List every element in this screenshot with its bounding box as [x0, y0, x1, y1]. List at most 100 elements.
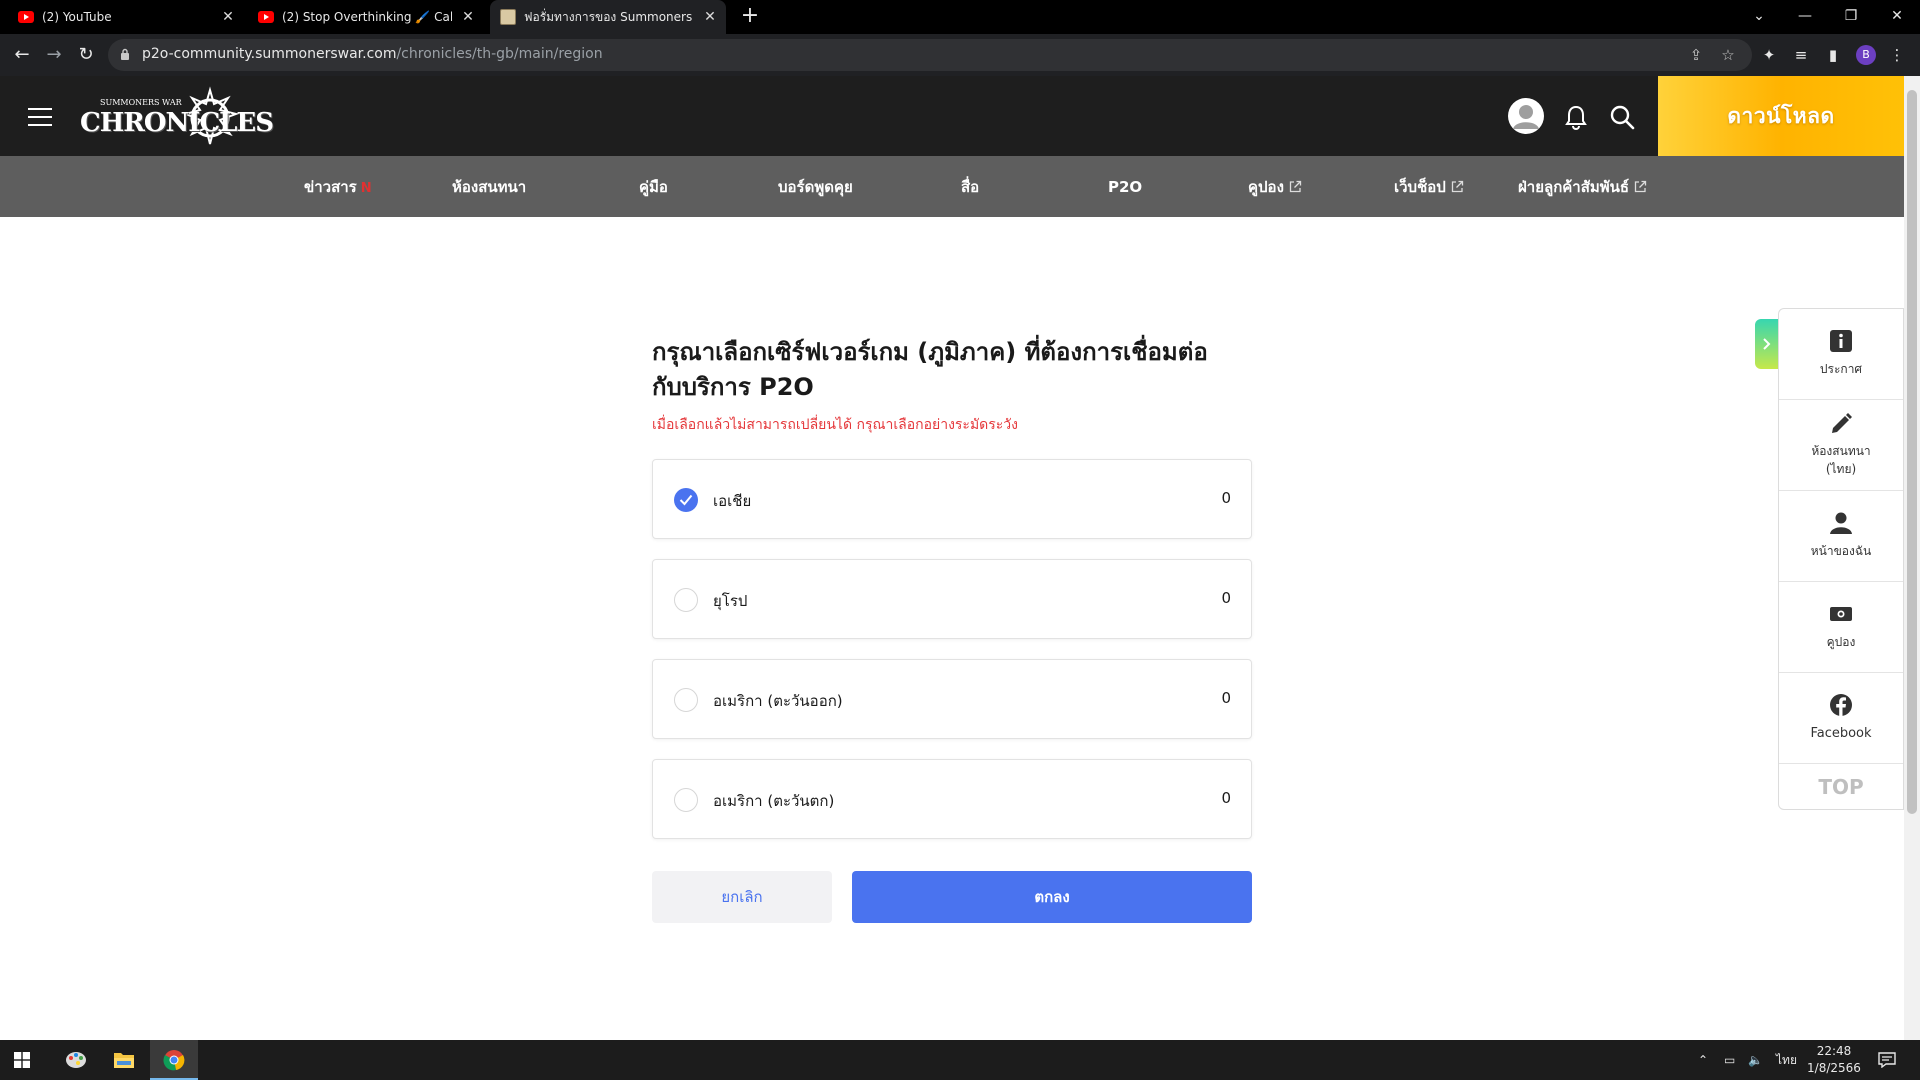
- browser-tab-video[interactable]: (2) Stop Overthinking 🖌️ Calm D ✕: [248, 0, 484, 34]
- volume-icon[interactable]: 🔈: [1748, 1040, 1763, 1080]
- nav-label: เว็บช็อป: [1394, 177, 1446, 196]
- external-link-icon: [1634, 180, 1647, 193]
- quick-menu-community[interactable]: ห้องสนทนา (ไทย): [1779, 400, 1903, 491]
- pencil-icon: [1832, 413, 1852, 433]
- logo-title: CHRONICLES: [80, 108, 274, 138]
- tray-chevron-up-icon[interactable]: ⌃: [1698, 1040, 1708, 1080]
- quick-menu-notice[interactable]: ประกาศ: [1779, 309, 1903, 400]
- radio-unchecked[interactable]: [674, 688, 698, 712]
- browser-tab-bar: (2) YouTube ✕ (2) Stop Overthinking 🖌️ C…: [0, 0, 1920, 34]
- nav-label: คูปอง: [1248, 177, 1284, 196]
- nav-label: P2O: [1108, 177, 1143, 196]
- lock-icon: [121, 48, 129, 60]
- user-icon: [1830, 512, 1852, 534]
- network-icon[interactable]: ▭: [1724, 1040, 1735, 1080]
- page-title-line-2: กับบริการ P2O: [652, 373, 814, 401]
- nav-item-guide[interactable]: คู่มือ: [639, 156, 668, 217]
- share-icon[interactable]: ⇪: [1686, 45, 1706, 65]
- restore-button[interactable]: ❐: [1836, 4, 1866, 28]
- region-option-asia[interactable]: เอเชีย 0: [652, 459, 1252, 539]
- cancel-button[interactable]: ยกเลิก: [652, 871, 832, 923]
- extensions-icon[interactable]: ✦: [1758, 44, 1780, 66]
- external-link-icon: [1451, 180, 1463, 193]
- quick-menu-my-page[interactable]: หน้าของฉัน: [1779, 491, 1903, 582]
- close-window-button[interactable]: ✕: [1882, 4, 1912, 28]
- side-panel-icon[interactable]: ▮: [1822, 44, 1844, 66]
- radio-checked[interactable]: [674, 488, 698, 512]
- nav-item-customer-service[interactable]: ฝ่ายลูกค้าสัมพันธ์: [1518, 156, 1647, 217]
- region-name: ยุโรป: [713, 592, 748, 610]
- scroll-top-button[interactable]: TOP: [1779, 764, 1903, 810]
- quick-menu-label: คูปอง: [1826, 635, 1856, 649]
- taskbar-app-explorer[interactable]: [100, 1040, 148, 1080]
- region-option-america-west[interactable]: อเมริกา (ตะวันตก) 0: [652, 759, 1252, 839]
- youtube-icon: [18, 11, 34, 23]
- nav-item-webshop[interactable]: เว็บช็อป: [1394, 156, 1464, 217]
- menu-dots-icon[interactable]: ⋮: [1886, 44, 1908, 66]
- folder-icon: [114, 1053, 134, 1068]
- nav-label: ฝ่ายลูกค้าสัมพันธ์: [1518, 177, 1630, 196]
- region-count: 0: [1221, 589, 1231, 607]
- region-option-europe[interactable]: ยุโรป 0: [652, 559, 1252, 639]
- bell-icon[interactable]: [1562, 103, 1590, 131]
- forward-arrow-icon[interactable]: →: [42, 43, 66, 67]
- search-icon[interactable]: [1608, 103, 1636, 131]
- tab-search-icon[interactable]: ⌄: [1744, 4, 1774, 28]
- user-avatar[interactable]: [1508, 98, 1544, 134]
- close-icon[interactable]: ✕: [460, 9, 476, 25]
- user-silhouette-icon: [1509, 99, 1543, 133]
- scrollbar-thumb[interactable]: [1907, 90, 1917, 814]
- address-bar[interactable]: p2o-community.summonerswar.com/chronicle…: [108, 39, 1752, 71]
- new-badge: N: [360, 181, 372, 196]
- notification-icon[interactable]: [1878, 1052, 1896, 1068]
- page-scrollbar[interactable]: [1904, 76, 1920, 1040]
- star-icon[interactable]: ☆: [1718, 45, 1738, 65]
- external-link-icon: [1289, 180, 1302, 193]
- back-arrow-icon[interactable]: ←: [10, 43, 34, 67]
- nav-label: คู่มือ: [639, 177, 668, 196]
- url-host: p2o-community.summonerswar.com: [142, 46, 397, 62]
- site-logo[interactable]: SUMMONERS WAR CHRONICLES: [80, 84, 274, 148]
- quick-menu-toggle[interactable]: [1755, 319, 1779, 369]
- quick-menu-coupon[interactable]: คูปอง: [1779, 582, 1903, 673]
- youtube-icon: [258, 11, 274, 23]
- nav-item-media[interactable]: สื่อ: [961, 156, 979, 217]
- reload-icon[interactable]: ↻: [74, 43, 98, 67]
- browser-tab-youtube[interactable]: (2) YouTube ✕: [8, 0, 244, 34]
- close-icon[interactable]: ✕: [220, 9, 236, 25]
- windows-taskbar: ⌃ ▭ 🔈 ไทย 22:48 1/8/2566: [0, 1040, 1920, 1080]
- nav-label: ข่าวสาร: [304, 177, 357, 196]
- media-control-icon[interactable]: ≡: [1790, 44, 1812, 66]
- taskbar-app-chrome[interactable]: [150, 1040, 198, 1080]
- nav-item-coupon[interactable]: คูปอง: [1248, 156, 1302, 217]
- windows-start-icon[interactable]: [14, 1052, 30, 1068]
- quick-menu-label: ประกาศ: [1819, 362, 1863, 376]
- hamburger-menu-icon[interactable]: [28, 108, 52, 126]
- taskbar-app-paint[interactable]: [52, 1040, 100, 1080]
- radio-unchecked[interactable]: [674, 788, 698, 812]
- close-icon[interactable]: ✕: [702, 9, 718, 25]
- language-indicator[interactable]: ไทย: [1776, 1040, 1797, 1080]
- quick-menu-label: Facebook: [1810, 726, 1872, 741]
- confirm-button[interactable]: ตกลง: [852, 871, 1252, 923]
- quick-menu-label: ห้องสนทนา (ไทย): [1811, 444, 1871, 476]
- palette-icon: [66, 1052, 86, 1068]
- profile-avatar[interactable]: B: [1856, 45, 1876, 65]
- nav-item-community[interactable]: ห้องสนทนา: [452, 156, 526, 217]
- minimize-button[interactable]: —: [1790, 4, 1820, 28]
- warning-text: เมื่อเลือกแล้วไม่สามารถเปลี่ยนได้ กรุณาเ…: [652, 417, 1019, 433]
- region-count: 0: [1221, 789, 1231, 807]
- region-option-america-east[interactable]: อเมริกา (ตะวันออก) 0: [652, 659, 1252, 739]
- region-count: 0: [1221, 689, 1231, 707]
- new-tab-button[interactable]: +: [738, 5, 762, 29]
- quick-menu-facebook[interactable]: Facebook: [1779, 673, 1903, 764]
- url-text: p2o-community.summonerswar.com/chronicle…: [142, 46, 603, 62]
- nav-item-p2o[interactable]: P2O: [1108, 156, 1142, 217]
- nav-item-board[interactable]: บอร์ดพูดคุย: [778, 156, 853, 217]
- radio-unchecked[interactable]: [674, 588, 698, 612]
- taskbar-clock[interactable]: 22:48 1/8/2566: [1804, 1043, 1864, 1077]
- nav-label: ห้องสนทนา: [452, 177, 527, 196]
- browser-tab-forum[interactable]: ฟอรั่มทางการของ Summoners War ✕: [490, 0, 726, 34]
- download-button[interactable]: ดาวน์โหลด: [1658, 76, 1904, 156]
- nav-item-news[interactable]: ข่าวสาร N: [304, 156, 372, 217]
